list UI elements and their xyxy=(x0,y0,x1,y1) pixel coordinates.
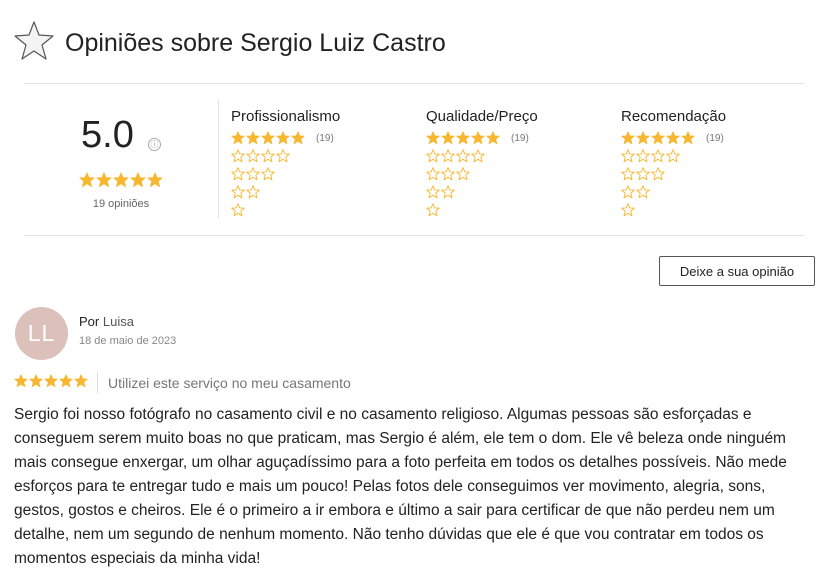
star-outline-icon xyxy=(426,185,440,199)
star-outline-icon xyxy=(471,149,485,163)
author-name[interactable]: Luisa xyxy=(103,314,134,329)
star-filled-icon xyxy=(59,374,73,388)
category-professionalism: Profissionalismo (19) xyxy=(231,108,411,217)
review-date: 18 de maio de 2023 xyxy=(79,335,177,347)
star-filled-icon xyxy=(486,131,500,145)
rating-row-2-stars xyxy=(426,185,455,199)
star-filled-icon xyxy=(74,374,88,388)
avatar: LL xyxy=(15,307,68,360)
info-icon[interactable]: ⓘ xyxy=(148,138,161,151)
category-quality-price: Qualidade/Preço (19) xyxy=(426,108,606,217)
review-author: Por Luisa xyxy=(79,314,134,329)
star-outline-icon xyxy=(231,203,245,217)
rating-row-1-stars xyxy=(231,203,245,217)
star-outline-icon xyxy=(276,149,290,163)
star-filled-icon xyxy=(130,172,146,188)
rating-row-3-stars xyxy=(426,167,470,181)
category-title: Profissionalismo xyxy=(231,108,341,125)
star-outline-icon xyxy=(231,185,245,199)
star-filled-icon xyxy=(29,374,43,388)
rating-row-5-stars: (19) xyxy=(621,131,724,145)
write-review-button[interactable]: Deixe a sua opinião xyxy=(659,256,815,286)
star-outline-icon xyxy=(261,167,275,181)
star-outline-icon xyxy=(621,149,635,163)
star-outline-icon xyxy=(261,149,275,163)
review-text: Sergio foi nosso fotógrafo no casamento … xyxy=(14,406,787,567)
star-outline-icon xyxy=(246,149,260,163)
star-outline-icon xyxy=(13,20,55,67)
star-outline-icon xyxy=(621,203,635,217)
reviews-header: Opiniões sobre Sergio Luiz Castro xyxy=(13,20,446,67)
star-filled-icon xyxy=(246,131,260,145)
star-outline-icon xyxy=(666,149,680,163)
star-filled-icon xyxy=(441,131,455,145)
divider xyxy=(24,83,805,84)
rating-row-5-stars: (19) xyxy=(426,131,529,145)
category-title: Recomendação xyxy=(621,108,727,125)
star-outline-icon xyxy=(246,185,260,199)
rating-row-3-stars xyxy=(231,167,275,181)
rating-count: (19) xyxy=(511,132,529,144)
rating-row-1-stars xyxy=(426,203,440,217)
star-outline-icon xyxy=(426,203,440,217)
overall-rating: 5.0 ⓘ 19 opiniões xyxy=(24,100,219,218)
star-filled-icon xyxy=(636,131,650,145)
service-used: Utilizei este serviço no meu casamento xyxy=(108,375,351,391)
star-outline-icon xyxy=(621,185,635,199)
overall-score: 5.0 xyxy=(81,114,134,156)
star-outline-icon xyxy=(456,149,470,163)
rating-row-1-stars xyxy=(621,203,635,217)
star-filled-icon xyxy=(231,131,245,145)
rating-count: (19) xyxy=(316,132,334,144)
star-outline-icon xyxy=(231,149,245,163)
star-outline-icon xyxy=(441,167,455,181)
star-filled-icon xyxy=(621,131,635,145)
rating-count: (19) xyxy=(706,132,724,144)
divider xyxy=(24,235,805,236)
star-filled-icon xyxy=(261,131,275,145)
star-filled-icon xyxy=(96,172,112,188)
star-outline-icon xyxy=(636,167,650,181)
star-outline-icon xyxy=(651,167,665,181)
rating-row-2-stars xyxy=(231,185,260,199)
star-filled-icon xyxy=(14,374,28,388)
star-outline-icon xyxy=(441,185,455,199)
star-outline-icon xyxy=(441,149,455,163)
star-outline-icon xyxy=(426,167,440,181)
overall-stars xyxy=(79,172,163,188)
star-filled-icon xyxy=(666,131,680,145)
star-outline-icon xyxy=(636,149,650,163)
category-title: Qualidade/Preço xyxy=(426,108,538,125)
divider xyxy=(97,372,98,394)
star-filled-icon xyxy=(79,172,95,188)
star-filled-icon xyxy=(651,131,665,145)
star-filled-icon xyxy=(113,172,129,188)
rating-row-2-stars xyxy=(621,185,650,199)
category-recommendation: Recomendação (19) xyxy=(621,108,801,217)
rating-row-5-stars: (19) xyxy=(231,131,334,145)
star-filled-icon xyxy=(291,131,305,145)
star-outline-icon xyxy=(636,185,650,199)
star-outline-icon xyxy=(651,149,665,163)
rating-row-4-stars xyxy=(621,149,680,163)
star-filled-icon xyxy=(276,131,290,145)
star-outline-icon xyxy=(456,167,470,181)
star-filled-icon xyxy=(471,131,485,145)
star-outline-icon xyxy=(246,167,260,181)
star-filled-icon xyxy=(426,131,440,145)
author-prefix: Por xyxy=(79,314,100,329)
review-count: 19 opiniões xyxy=(92,198,150,210)
rating-row-3-stars xyxy=(621,167,665,181)
star-outline-icon xyxy=(426,149,440,163)
star-outline-icon xyxy=(621,167,635,181)
rating-row-4-stars xyxy=(426,149,485,163)
star-filled-icon xyxy=(456,131,470,145)
star-outline-icon xyxy=(231,167,245,181)
page-title: Opiniões sobre Sergio Luiz Castro xyxy=(65,28,446,57)
rating-row-4-stars xyxy=(231,149,290,163)
star-filled-icon xyxy=(44,374,58,388)
star-filled-icon xyxy=(147,172,163,188)
star-filled-icon xyxy=(681,131,695,145)
review-stars xyxy=(14,374,88,388)
